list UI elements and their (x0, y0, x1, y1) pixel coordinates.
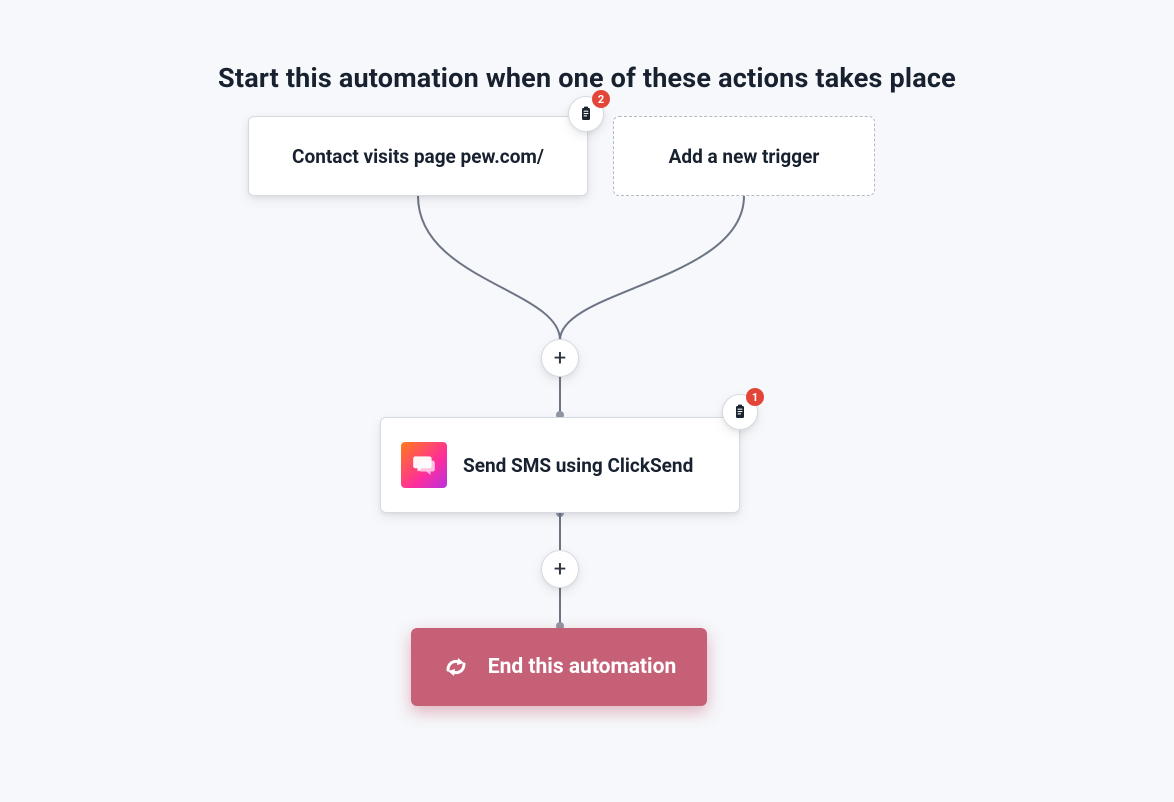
end-node[interactable]: End this automation (411, 628, 707, 706)
clipboard-icon (732, 404, 748, 420)
action-label: Send SMS using ClickSend (463, 454, 693, 477)
add-step-button-1[interactable]: + (541, 339, 579, 377)
clipboard-icon (578, 106, 594, 122)
add-step-button-2[interactable]: + (541, 550, 579, 588)
action-node[interactable]: Send SMS using ClickSend (380, 417, 740, 513)
automation-canvas: Start this automation when one of these … (0, 0, 1174, 802)
trigger-note-count: 2 (592, 90, 610, 108)
restart-arrows-icon (442, 656, 470, 678)
trigger-note-badge[interactable]: 2 (568, 96, 604, 132)
end-label: End this automation (488, 655, 676, 679)
add-trigger-label: Add a new trigger (669, 145, 820, 168)
add-trigger-node[interactable]: Add a new trigger (613, 116, 875, 196)
page-heading: Start this automation when one of these … (0, 62, 1174, 94)
plus-icon: + (554, 557, 566, 582)
plus-icon: + (554, 346, 566, 371)
action-note-count: 1 (746, 388, 764, 406)
action-note-badge[interactable]: 1 (722, 394, 758, 430)
trigger-label: Contact visits page pew.com/ (292, 145, 544, 168)
clicksend-app-icon (401, 442, 447, 488)
trigger-node[interactable]: Contact visits page pew.com/ (248, 116, 588, 196)
chat-bubble-icon (411, 452, 437, 478)
